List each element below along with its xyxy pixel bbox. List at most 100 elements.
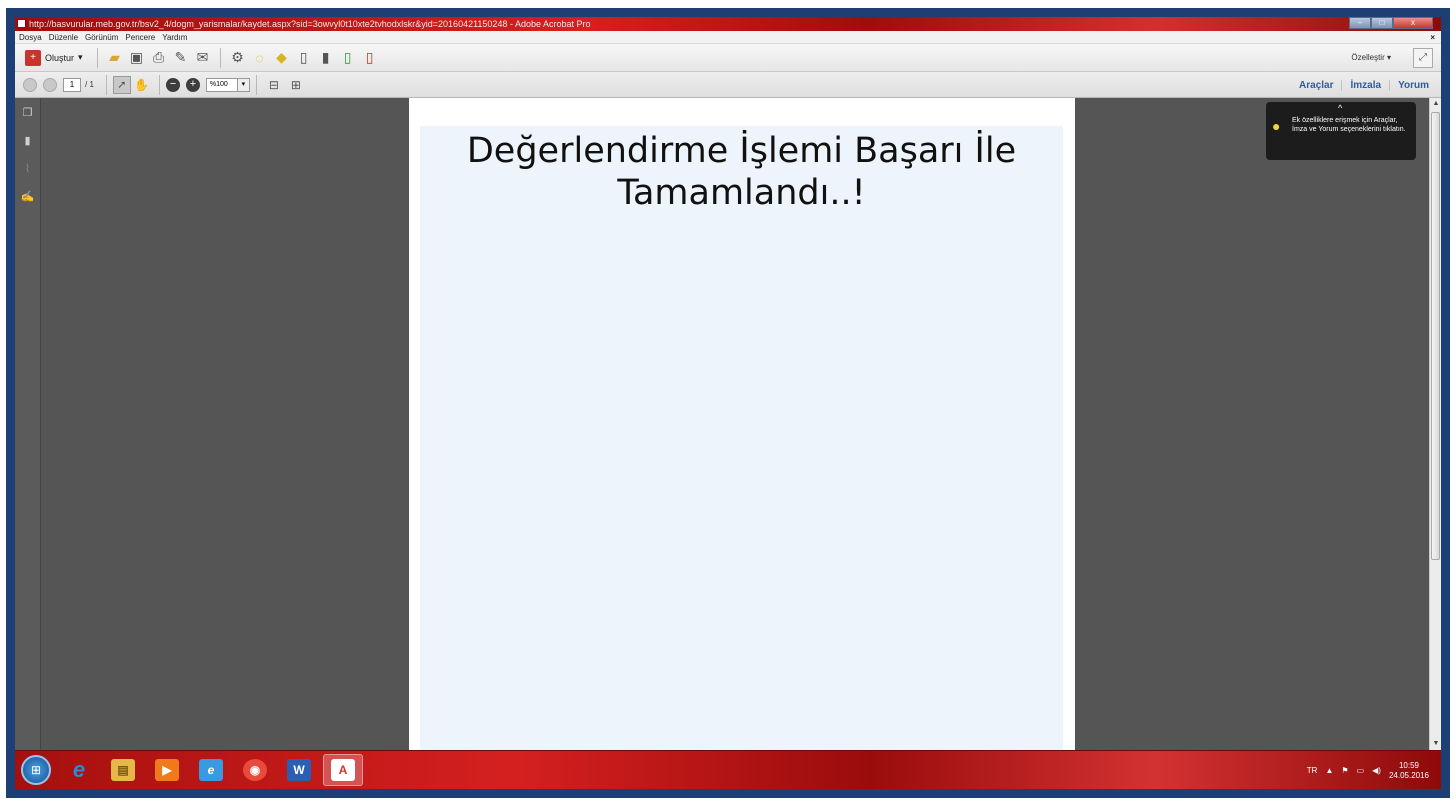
taskbar-word[interactable]: W xyxy=(279,754,319,786)
toolbar-separator xyxy=(105,74,107,95)
show-hidden-icons-icon[interactable]: ▲ xyxy=(1325,766,1333,775)
highlight-icon[interactable]: ◆ xyxy=(271,47,293,69)
comment-icon[interactable]: ◌ xyxy=(249,47,271,69)
tools-pane-link[interactable]: Araçlar xyxy=(1291,80,1341,91)
hand-tool-icon[interactable]: ✋ xyxy=(131,74,153,96)
heading-line-2: Tamamlandı..! xyxy=(617,173,866,213)
navigation-toolbar: 1 / 1 ➚ ✋ − + %100 ▾ ⊟ ⊞ Araçlar İmzala … xyxy=(15,72,1441,98)
minimize-button[interactable]: – xyxy=(1349,17,1371,29)
create-label: Oluştur xyxy=(45,52,75,63)
task-panes: Araçlar İmzala Yorum xyxy=(1291,72,1437,98)
create-icon: + xyxy=(25,49,41,66)
zoom-out-icon[interactable]: − xyxy=(165,77,180,92)
expand-icon[interactable]: ⤢ xyxy=(1413,48,1433,68)
toolbar-separator xyxy=(219,47,221,68)
scroll-down-icon[interactable]: ▼ xyxy=(1430,738,1441,750)
internet-explorer-icon: e xyxy=(199,759,223,781)
export-icon[interactable]: ▯ xyxy=(337,47,359,69)
tooltip-text: Ek özelliklere erişmek için Araçlar, İmz… xyxy=(1292,117,1406,133)
attachments-icon[interactable]: ⌇ xyxy=(21,162,35,176)
clock-time: 10:59 xyxy=(1398,760,1419,770)
page-thumbnails-icon[interactable]: ❐ xyxy=(21,106,35,120)
system-tray: TR ▲ ⚑ ▭ ◀) 10:59 24.05.2016 xyxy=(1307,751,1429,789)
taskbar: ⊞ e ▤ ▶ e ◉ W A TR ▲ ⚑ ▭ ◀) 10:59 24.05.… xyxy=(15,750,1441,789)
document-area: Değerlendirme İşlemi Başarı İle Tamamlan… xyxy=(42,98,1422,750)
chevron-down-icon: ▾ xyxy=(78,52,83,62)
chrome-icon: ◉ xyxy=(243,759,267,781)
page-total: / 1 xyxy=(85,80,94,89)
bookmarks-icon[interactable]: ▮ xyxy=(21,134,35,148)
word-icon: W xyxy=(287,759,311,781)
tools-tooltip: ^ ● Ek özelliklere erişmek için Araçlar,… xyxy=(1266,102,1416,160)
lightbulb-icon: ● xyxy=(1272,118,1281,134)
create-button[interactable]: + Oluştur ▾ xyxy=(23,49,91,66)
scroll-up-icon[interactable]: ▲ xyxy=(1430,98,1441,110)
taskbar-internet-explorer-2[interactable]: e xyxy=(191,754,231,786)
media-player-icon: ▶ xyxy=(155,759,179,781)
internet-explorer-icon: e xyxy=(72,757,86,782)
language-indicator[interactable]: TR xyxy=(1307,766,1318,775)
taskbar-chrome[interactable]: ◉ xyxy=(235,754,275,786)
taskbar-internet-explorer[interactable]: e xyxy=(59,754,99,786)
menu-bar: Dosya Düzenle Görünüm Pencere Yardım × xyxy=(15,31,1441,44)
settings-gear-icon[interactable]: ⚙ xyxy=(227,47,249,69)
comment-pane-link[interactable]: Yorum xyxy=(1389,79,1437,91)
vertical-scrollbar[interactable]: ▲ ▼ xyxy=(1429,98,1441,750)
window-controls: – □ x xyxy=(1349,17,1433,29)
close-document-icon[interactable]: × xyxy=(1430,31,1435,44)
start-button[interactable]: ⊞ xyxy=(21,755,51,785)
edit-icon[interactable]: ✎ xyxy=(170,47,192,69)
toolbar-separator xyxy=(96,47,98,68)
signatures-icon[interactable]: ✍ xyxy=(21,190,35,204)
open-folder-icon[interactable]: ▰ xyxy=(104,47,126,69)
secure-icon[interactable]: ▯ xyxy=(359,47,381,69)
network-icon[interactable]: ▭ xyxy=(1357,766,1365,775)
chevron-down-icon: ▾ xyxy=(1386,53,1391,62)
document-icon[interactable]: ▯ xyxy=(293,47,315,69)
collapse-icon[interactable]: ^ xyxy=(1338,104,1342,113)
clock-date: 24.05.2016 xyxy=(1388,770,1429,780)
select-cursor-icon[interactable]: ➚ xyxy=(112,75,131,94)
menu-edit[interactable]: Düzenle xyxy=(49,31,78,43)
title-bar: http://basvurular.meb.gov.tr/bsv2_4/dogm… xyxy=(15,17,1441,31)
taskbar-media-player[interactable]: ▶ xyxy=(147,754,187,786)
pdf-page: Değerlendirme İşlemi Başarı İle Tamamlan… xyxy=(409,98,1075,750)
page-number-input[interactable]: 1 xyxy=(63,77,81,92)
customize-dropdown[interactable]: Özelleştir ▾ xyxy=(1351,53,1391,62)
zoom-dropdown-icon[interactable]: ▾ xyxy=(237,77,250,92)
action-center-flag-icon[interactable]: ⚑ xyxy=(1341,766,1348,775)
screen-frame: http://basvurular.meb.gov.tr/bsv2_4/dogm… xyxy=(6,8,1450,798)
heading-line-1: Değerlendirme İşlemi Başarı İle xyxy=(466,131,1017,171)
fit-page-icon[interactable]: ⊞ xyxy=(285,74,307,96)
menu-file[interactable]: Dosya xyxy=(19,31,42,43)
next-page-icon[interactable] xyxy=(43,77,57,92)
volume-icon[interactable]: ◀) xyxy=(1372,766,1381,775)
left-navigation-pane: ❐ ▮ ⌇ ✍ xyxy=(15,98,41,750)
page-content: Değerlendirme İşlemi Başarı İle Tamamlan… xyxy=(420,126,1063,750)
main-toolbar: + Oluştur ▾ ▰ ▣ ⎙ ✎ ✉ ⚙ ◌ ◆ ▯ ▮ ▯ ▯ Özel… xyxy=(15,44,1441,72)
taskbar-acrobat[interactable]: A xyxy=(323,754,363,786)
taskbar-file-explorer[interactable]: ▤ xyxy=(103,754,143,786)
menu-window[interactable]: Pencere xyxy=(125,31,155,43)
save-icon[interactable]: ▣ xyxy=(126,47,148,69)
review-icon[interactable]: ▮ xyxy=(315,47,337,69)
print-icon[interactable]: ⎙ xyxy=(148,47,170,69)
clock[interactable]: 10:59 24.05.2016 xyxy=(1389,761,1429,781)
email-icon[interactable]: ✉ xyxy=(192,47,214,69)
toolbar-separator xyxy=(255,74,257,95)
acrobat-app-icon xyxy=(17,19,26,28)
menu-view[interactable]: Görünüm xyxy=(85,31,118,43)
previous-page-icon[interactable] xyxy=(23,77,37,92)
fit-width-icon[interactable]: ⊟ xyxy=(263,74,285,96)
maximize-button[interactable]: □ xyxy=(1371,17,1393,29)
acrobat-icon: A xyxy=(331,759,355,781)
menu-help[interactable]: Yardım xyxy=(162,31,187,43)
zoom-in-icon[interactable]: + xyxy=(185,77,200,92)
zoom-input[interactable]: %100 xyxy=(205,77,238,92)
folder-icon: ▤ xyxy=(111,759,135,781)
close-button[interactable]: x xyxy=(1393,17,1433,29)
window-title: http://basvurular.meb.gov.tr/bsv2_4/dogm… xyxy=(29,19,591,29)
page-heading: Değerlendirme İşlemi Başarı İle Tamamlan… xyxy=(420,126,1063,214)
sign-pane-link[interactable]: İmzala xyxy=(1341,79,1389,91)
scrollbar-thumb[interactable] xyxy=(1431,112,1440,560)
